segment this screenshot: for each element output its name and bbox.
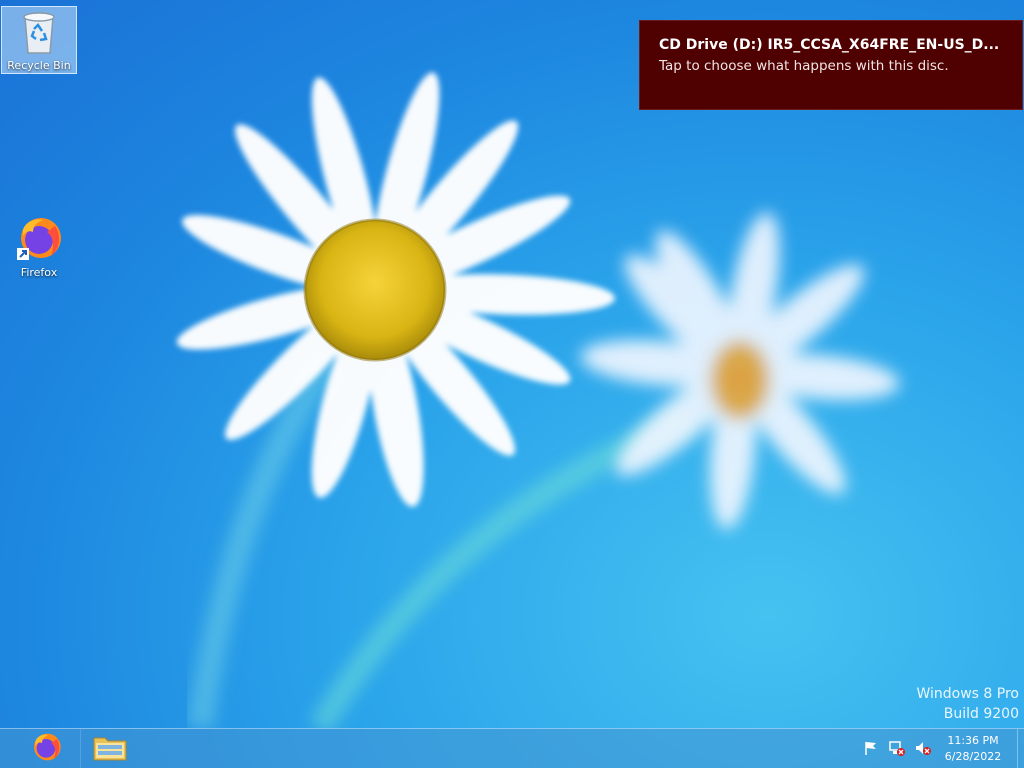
taskbar: 11:36 PM 6/28/2022 — [0, 728, 1024, 768]
firefox-icon — [15, 218, 63, 265]
network-disconnected-icon[interactable] — [888, 738, 906, 758]
clock-time: 11:36 PM — [947, 734, 999, 747]
action-center-flag-icon[interactable] — [862, 738, 880, 758]
desktop-icon-recycle-bin[interactable]: Recycle Bin — [1, 6, 77, 74]
notification-message: Tap to choose what happens with this dis… — [659, 58, 949, 74]
firefox-icon — [30, 731, 62, 767]
watermark-build: Build 9200 — [943, 706, 1019, 722]
system-tray — [862, 738, 932, 758]
desktop-icon-label: Firefox — [20, 266, 58, 279]
desktop-icon-label: Recycle Bin — [7, 59, 71, 72]
volume-muted-icon[interactable] — [914, 738, 932, 758]
windows-version-watermark: Windows 8 Pro Build 9200 — [916, 684, 1019, 724]
taskbar-firefox-button[interactable] — [17, 729, 75, 768]
notification-title: CD Drive (D:) IR5_CCSA_X64FRE_EN-US_D... — [659, 37, 1000, 53]
show-desktop-button[interactable] — [1017, 729, 1024, 768]
recycle-bin-icon — [19, 12, 59, 58]
taskbar-clock[interactable]: 11:36 PM 6/28/2022 — [940, 733, 1006, 765]
autoplay-notification[interactable]: CD Drive (D:) IR5_CCSA_X64FRE_EN-US_D...… — [639, 20, 1023, 110]
watermark-edition: Windows 8 Pro — [916, 686, 1019, 702]
taskbar-file-explorer-button[interactable] — [80, 729, 139, 768]
desktop-icon-firefox[interactable]: Firefox — [1, 214, 77, 279]
clock-date: 6/28/2022 — [944, 750, 1002, 763]
folder-icon — [92, 732, 128, 766]
